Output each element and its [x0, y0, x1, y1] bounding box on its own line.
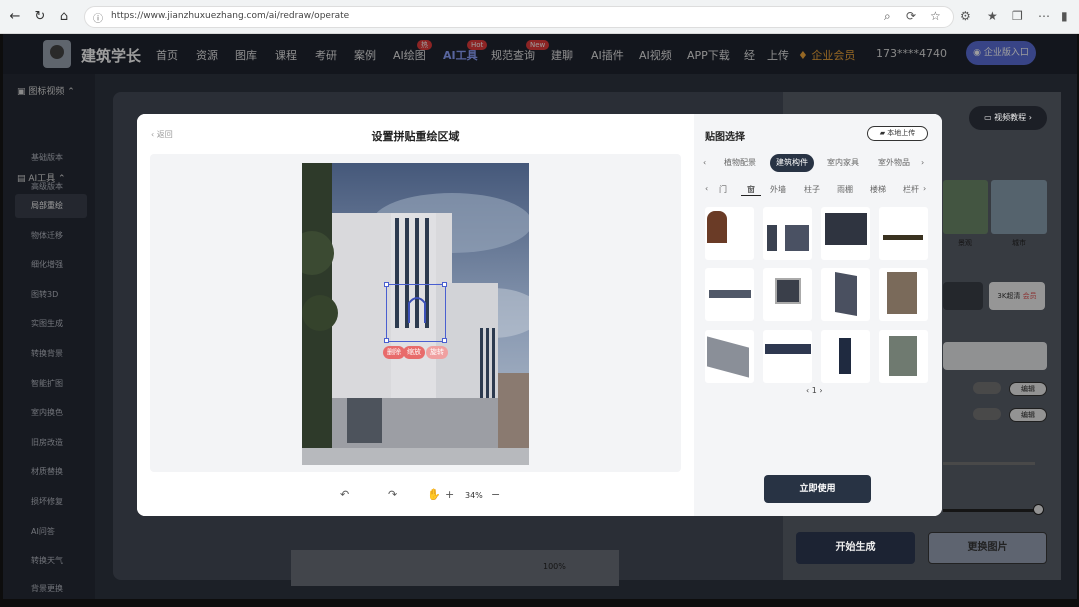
home-icon[interactable]: ⌂ — [56, 9, 72, 25]
extensions-icon[interactable]: ⚙ — [960, 8, 971, 24]
sub-tab-active[interactable]: 窗 — [741, 184, 761, 196]
generate-button[interactable]: 开始生成 — [796, 532, 915, 564]
sub-tab[interactable]: 柱子 — [804, 184, 820, 195]
reload-icon[interactable]: ↻ — [32, 9, 48, 25]
page-prev-icon[interactable]: ‹ — [806, 386, 809, 395]
sub-tab[interactable]: 雨棚 — [837, 184, 853, 195]
scale-chip[interactable]: 缩放 — [403, 346, 425, 359]
sticker-tile[interactable] — [821, 207, 870, 260]
window-sticker-preview — [408, 297, 426, 323]
local-upload-button[interactable]: ▰ 本地上传 — [867, 126, 928, 141]
sidebar-toggle-icon[interactable]: ▮ — [1061, 8, 1068, 24]
url-text: https://www.jianzhuxuezhang.com/ai/redra… — [111, 11, 350, 21]
sticker-tile[interactable] — [879, 330, 928, 383]
canvas-area[interactable]: 删除 缩放 旋转 — [150, 154, 681, 472]
sticker-tile[interactable] — [705, 268, 754, 321]
rotate-chip[interactable]: 旋转 — [426, 346, 448, 359]
collections-icon[interactable]: ❐ — [1012, 8, 1023, 24]
category-prev-icon[interactable]: ‹ — [703, 154, 706, 172]
category-next-icon[interactable]: › — [921, 154, 924, 172]
sticker-tile[interactable] — [879, 207, 928, 260]
sticker-tile[interactable] — [705, 330, 754, 383]
sub-tab[interactable]: 栏杆 — [903, 184, 919, 195]
collage-modal: ‹ 返回 设置拼贴重绘区域 删除 缩放 旋转 ↶ ↷ ✋ + 34% − 贴图选… — [137, 114, 942, 516]
category-tab[interactable]: 室内家具 — [821, 154, 865, 172]
sub-prev-icon[interactable]: ‹ — [705, 184, 708, 193]
more-icon[interactable]: ⋯ — [1038, 8, 1050, 24]
sticker-tile[interactable] — [763, 330, 812, 383]
selection-box[interactable] — [384, 282, 447, 343]
address-bar[interactable]: ⓘ https://www.jianzhuxuezhang.com/ai/red… — [84, 6, 954, 28]
category-tab[interactable]: 室外物品 — [872, 154, 916, 172]
change-image-button[interactable]: 更换图片 — [928, 532, 1047, 564]
sticker-tile[interactable] — [705, 207, 754, 260]
zoom-in-icon[interactable]: + — [445, 488, 454, 501]
undo-icon[interactable]: ↶ — [340, 488, 349, 501]
zoom-level: 34% — [465, 491, 483, 500]
delete-chip[interactable]: 删除 — [383, 346, 405, 359]
sub-tab[interactable]: 门 — [719, 184, 727, 195]
site-info-icon[interactable]: ⓘ — [93, 10, 103, 25]
sticker-tile[interactable] — [763, 268, 812, 321]
category-tab-active[interactable]: 建筑构件 — [770, 154, 814, 172]
bookmark-star-icon[interactable]: ☆ — [930, 8, 941, 24]
sub-tab[interactable]: 外墙 — [770, 184, 786, 195]
upload-label: 本地上传 — [887, 129, 916, 137]
building-photo[interactable]: 删除 缩放 旋转 — [302, 163, 529, 465]
hand-icon[interactable]: ✋ — [427, 488, 441, 501]
sticker-panel: 贴图选择 ▰ 本地上传 ‹ 植物配景 建筑构件 室内家具 室外物品 › ‹ 门 … — [694, 114, 942, 516]
zoom-icon[interactable]: ⌕ — [884, 8, 891, 24]
sticker-tile[interactable] — [763, 207, 812, 260]
video-tutorial-button[interactable]: ▭ 视频教程 › — [969, 106, 1047, 130]
favorites-icon[interactable]: ★ — [987, 8, 998, 24]
page-next-icon[interactable]: › — [819, 386, 822, 395]
sub-next-icon[interactable]: › — [923, 184, 926, 193]
use-now-button[interactable]: 立即使用 — [764, 475, 871, 503]
category-tab[interactable]: 植物配景 — [718, 154, 762, 172]
sticker-tile[interactable] — [879, 268, 928, 321]
sticker-tile[interactable] — [821, 268, 870, 321]
redo-icon[interactable]: ↷ — [388, 488, 397, 501]
modal-title: 设置拼贴重绘区域 — [371, 130, 460, 143]
editor-pane: ‹ 返回 设置拼贴重绘区域 删除 缩放 旋转 ↶ ↷ ✋ + 34% − — [137, 114, 694, 516]
zoom-out-icon[interactable]: − — [491, 488, 500, 501]
tutorial-label: 视频教程 — [994, 113, 1027, 122]
pager: ‹ 1 › — [806, 386, 823, 395]
page-number: 1 — [811, 386, 817, 395]
translate-icon[interactable]: ⟳ — [906, 8, 916, 24]
back-icon[interactable]: ← — [7, 9, 23, 25]
sticker-panel-title: 贴图选择 — [705, 132, 745, 143]
browser-toolbar: ← ↻ ⌂ ⓘ https://www.jianzhuxuezhang.com/… — [0, 0, 1079, 34]
sticker-tile[interactable] — [821, 330, 870, 383]
sub-tab[interactable]: 楼梯 — [870, 184, 886, 195]
